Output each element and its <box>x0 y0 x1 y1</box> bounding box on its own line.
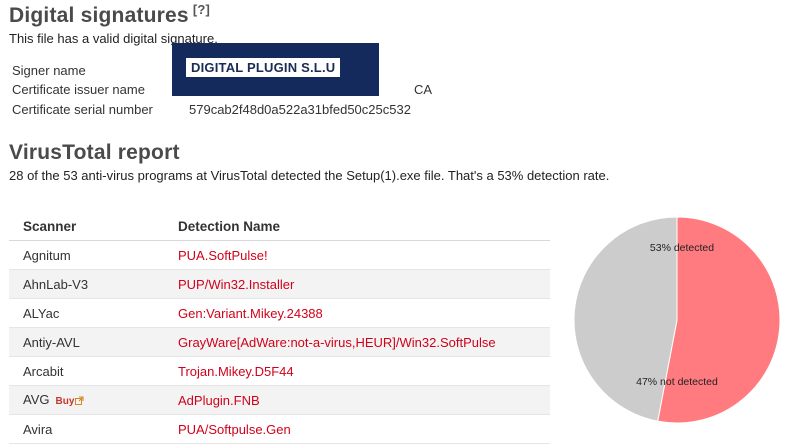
buy-link[interactable]: Buy <box>56 396 75 407</box>
help-link[interactable]: [?] <box>193 2 210 17</box>
serial-number-label: Certificate serial number <box>12 102 153 117</box>
detection-name: PUA.SoftPulse! <box>178 240 550 270</box>
signatures-title: Digital signatures <box>9 4 189 27</box>
scanner-name: Arcabit <box>9 356 178 386</box>
table-row: AhnLab-V3 PUP/Win32.Installer <box>9 269 550 299</box>
table-header-row: Scanner Detection Name <box>9 212 550 241</box>
column-header-scanner: Scanner <box>9 212 178 241</box>
scanner-name: AhnLab-V3 <box>9 269 178 299</box>
external-link-icon[interactable] <box>75 393 84 408</box>
detection-name: Gen:Variant.Mikey.24388 <box>178 298 550 328</box>
scanner-name: AVG <box>23 392 50 407</box>
table-row: Arcabit Trojan.Mikey.D5F44 <box>9 356 550 386</box>
table-row: ALYac Gen:Variant.Mikey.24388 <box>9 298 550 328</box>
detection-name: AdPlugin.FNB <box>178 385 550 415</box>
report-summary: 28 of the 53 anti-virus programs at Viru… <box>9 168 610 183</box>
scanner-cell: AVG Buy <box>9 385 178 415</box>
column-header-detection: Detection Name <box>178 212 550 241</box>
signer-highlight-box: DIGITAL PLUGIN S.L.U <box>172 43 379 96</box>
signer-name-value: DIGITAL PLUGIN S.L.U <box>186 58 341 77</box>
detection-name: GrayWare[AdWare:not-a-virus,HEUR]/Win32.… <box>178 327 550 357</box>
table-row: Agnitum PUA.SoftPulse! <box>9 240 550 270</box>
pie-slice-label: 53% detected <box>650 242 714 254</box>
detection-name: Trojan.Mikey.D5F44 <box>178 356 550 386</box>
scan-results-table: Scanner Detection Name Agnitum PUA.SoftP… <box>9 212 550 444</box>
signer-name-label: Signer name <box>12 63 86 78</box>
issuer-name-value: CA <box>414 82 433 97</box>
scanner-name: Avira <box>9 414 178 444</box>
scanner-name: Antiy-AVL <box>9 327 178 357</box>
table-row: AVG Buy AdPlugin.FNB <box>9 385 550 415</box>
detection-name: PUP/Win32.Installer <box>178 269 550 299</box>
signatures-heading: Digital signatures [?] <box>9 2 210 28</box>
report-title: VirusTotal report <box>9 141 180 164</box>
table-row: Avira PUA/Softpulse.Gen <box>9 414 550 444</box>
issuer-name-label: Certificate issuer name <box>12 82 145 97</box>
detection-name: PUA/Softpulse.Gen <box>178 414 550 444</box>
scanner-name: Agnitum <box>9 240 178 270</box>
table-row: Antiy-AVL GrayWare[AdWare:not-a-virus,HE… <box>9 327 550 357</box>
detection-pie-chart: 53% detected 47% not detected <box>573 216 781 424</box>
serial-number-value: 579cab2f48d0a522a31bfed50c25c532 <box>189 102 411 117</box>
scanner-name: ALYac <box>9 298 178 328</box>
pie-slice-label: 47% not detected <box>636 376 718 388</box>
